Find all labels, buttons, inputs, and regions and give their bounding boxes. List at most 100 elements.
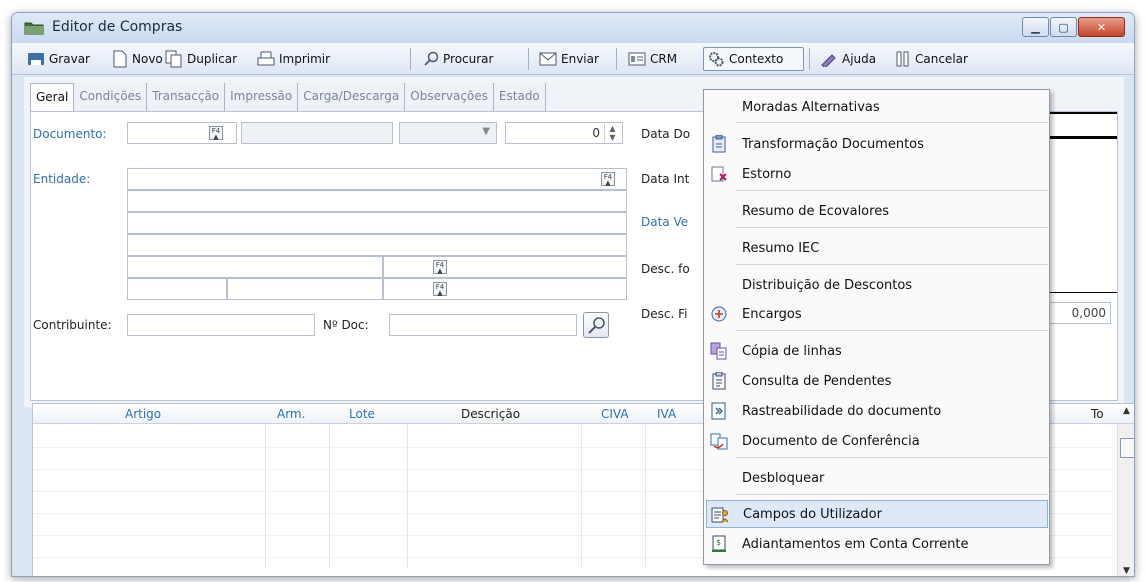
new-button[interactable]: Novo — [109, 47, 166, 71]
entidade-label: Entidade: — [33, 172, 91, 186]
desc-fo-label: Desc. fo — [641, 262, 690, 276]
codigo-postal-field[interactable] — [127, 278, 227, 300]
menu-item-campos-utilizador[interactable]: Campos do Utilizador — [706, 500, 1048, 528]
f4-lookup-icon[interactable]: F4 ▲ — [433, 260, 447, 275]
maximize-button[interactable]: ▢ — [1050, 17, 1077, 37]
morada-field[interactable] — [127, 212, 627, 234]
column-arm[interactable]: Arm. — [277, 407, 305, 421]
search-document-button[interactable] — [583, 312, 609, 338]
menu-item-label: Transformação Documentos — [742, 136, 924, 152]
search-button[interactable]: Procurar — [420, 47, 496, 71]
new-label: Novo — [132, 52, 163, 66]
cancel-label: Cancelar — [915, 52, 968, 66]
pais-field[interactable] — [383, 278, 627, 300]
menu-item-documento-conferencia[interactable]: Documento de Conferência — [706, 427, 1048, 455]
menu-item-label: Adiantamentos em Conta Corrente — [742, 536, 969, 552]
contribuinte-field[interactable] — [127, 314, 315, 336]
traceability-icon — [711, 402, 726, 420]
codigo-postal-localidade-field[interactable] — [227, 278, 383, 300]
desc-fi-label: Desc. Fi — [641, 307, 688, 321]
tab-carga-descarga[interactable]: Carga/Descarga — [298, 83, 406, 111]
ndoc-field[interactable] — [389, 314, 577, 336]
grid-column-divider — [265, 424, 266, 569]
column-lote[interactable]: Lote — [349, 407, 375, 421]
crm-label: CRM — [650, 52, 678, 66]
stepper-arrows-icon[interactable]: ▲ ▼ — [604, 124, 620, 142]
tab-estado[interactable]: Estado — [493, 83, 546, 111]
context-button[interactable]: Contexto — [703, 47, 804, 71]
scroll-thumb[interactable] — [1120, 438, 1134, 458]
tab-condicoes[interactable]: Condições — [74, 83, 148, 111]
menu-item-moradas-alternativas[interactable]: Moradas Alternativas — [706, 93, 1048, 121]
data-venc-label: Data Ve — [641, 215, 689, 229]
serie-dropdown[interactable]: ▼ — [399, 122, 497, 144]
menu-separator — [736, 457, 1048, 458]
menu-item-label: Consulta de Pendentes — [742, 373, 892, 389]
menu-item-label: Encargos — [742, 306, 802, 322]
grid-column-divider — [581, 424, 582, 569]
data-doc-label: Data Do — [641, 127, 691, 141]
close-button[interactable]: ✕ — [1078, 17, 1125, 37]
documento-label: Documento: — [33, 127, 107, 141]
menu-item-adiantamentos[interactable]: $ Adiantamentos em Conta Corrente — [706, 530, 1048, 558]
morada2-field[interactable] — [127, 234, 627, 256]
f4-lookup-icon[interactable]: F4 ▲ — [433, 282, 447, 297]
f4-lookup-icon[interactable]: F4 ▲ — [601, 172, 615, 187]
menu-item-resumo-iec[interactable]: Resumo IEC — [706, 234, 1048, 262]
column-descricao[interactable]: Descrição — [461, 407, 520, 421]
documento-number-stepper[interactable]: 0 ▲ ▼ — [505, 122, 623, 144]
column-artigo[interactable]: Artigo — [125, 407, 161, 421]
scroll-up-icon[interactable]: ▲ — [1123, 406, 1130, 416]
svg-text:$: $ — [716, 538, 721, 547]
menu-item-copia-linhas[interactable]: Cópia de linhas — [706, 337, 1048, 365]
menu-item-estorno[interactable]: Estorno — [706, 160, 1048, 188]
save-button[interactable]: Gravar — [24, 47, 93, 71]
tab-geral[interactable]: Geral — [30, 83, 75, 111]
grid-scrollbar[interactable]: ▲ ▼ — [1117, 406, 1134, 576]
contribuinte-label: Contribuinte: — [33, 318, 112, 332]
toolbar-separator — [809, 48, 810, 70]
menu-separator — [736, 264, 1048, 265]
charges-icon — [711, 306, 727, 322]
tab-impressao[interactable]: Impressão — [225, 83, 299, 111]
advance-payments-icon: $ — [712, 535, 726, 552]
menu-item-resumo-ecovalores[interactable]: Resumo de Ecovalores — [706, 197, 1048, 225]
search-label: Procurar — [443, 52, 494, 66]
crm-button[interactable]: CRM — [625, 47, 680, 71]
duplicate-button[interactable]: Duplicar — [162, 47, 240, 71]
f4-lookup-icon[interactable]: F4 ▲ — [209, 126, 223, 141]
localidade-field[interactable] — [127, 256, 383, 278]
menu-item-rastreabilidade[interactable]: Rastreabilidade do documento — [706, 397, 1048, 425]
localidade-code-field[interactable] — [383, 256, 627, 278]
save-icon — [28, 53, 44, 65]
menu-item-consulta-pendentes[interactable]: Consulta de Pendentes — [706, 367, 1048, 395]
cancel-button[interactable]: Cancelar — [892, 47, 971, 71]
entidade-field[interactable] — [127, 168, 627, 190]
menu-item-encargos[interactable]: Encargos — [706, 300, 1048, 328]
menu-item-transformacao-documentos[interactable]: Transformação Documentos — [706, 130, 1048, 158]
tab-transaccao[interactable]: Transacção — [147, 83, 226, 111]
crm-card-icon — [628, 52, 646, 66]
help-button[interactable]: Ajuda — [817, 47, 879, 71]
gears-icon — [709, 52, 724, 67]
menu-item-distribuicao-descontos[interactable]: Distribuição de Descontos — [706, 271, 1048, 299]
menu-separator — [736, 190, 1048, 191]
scroll-down-icon[interactable]: ▼ — [1123, 566, 1130, 576]
menu-item-label: Estorno — [742, 166, 792, 182]
entidade-name-field[interactable] — [127, 190, 627, 212]
column-iva[interactable]: IVA — [657, 407, 676, 421]
menu-separator — [736, 494, 1048, 495]
menu-item-desbloquear[interactable]: Desbloquear — [706, 464, 1048, 492]
column-civa[interactable]: CIVA — [601, 407, 629, 421]
tab-observacoes[interactable]: Observações — [405, 83, 494, 111]
document-transform-icon — [712, 135, 726, 153]
duplicate-icon — [165, 50, 182, 68]
minimize-button[interactable]: ▁ — [1022, 17, 1049, 37]
reverse-document-icon — [711, 166, 727, 182]
print-label: Imprimir — [279, 52, 331, 66]
envelope-icon — [539, 52, 557, 66]
menu-item-label: Moradas Alternativas — [742, 99, 880, 115]
column-total[interactable]: To — [1091, 407, 1104, 421]
send-button[interactable]: Enviar — [536, 47, 602, 71]
print-button[interactable]: Imprimir — [254, 47, 333, 71]
